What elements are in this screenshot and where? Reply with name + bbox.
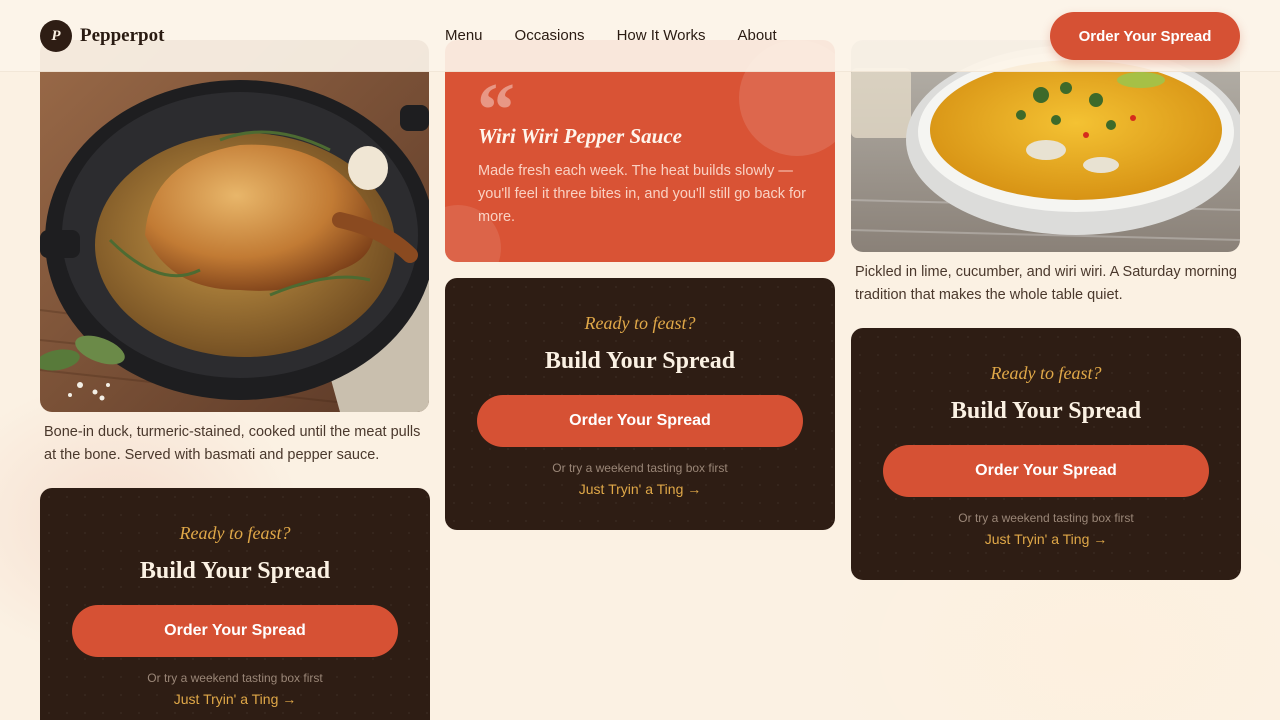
- order-spread-button[interactable]: Order Your Spread: [883, 445, 1209, 497]
- main-nav: Menu Occasions How It Works About: [445, 27, 809, 44]
- cta-eyebrow: Ready to feast?: [990, 363, 1102, 383]
- tasting-box-link[interactable]: Just Tryin' a Ting →: [985, 531, 1108, 547]
- nav-item-how-it-works[interactable]: How It Works: [617, 27, 706, 44]
- duck-dish-image: [40, 40, 429, 412]
- cta-card: Ready to feast? Build Your Spread Order …: [445, 278, 835, 530]
- site-header: P Pepperpot Menu Occasions How It Works …: [0, 0, 1280, 72]
- cta-title: Build Your Spread: [139, 558, 331, 584]
- brand-name: Pepperpot: [80, 25, 165, 46]
- soup-caption: Pickled in lime, cucumber, and wiri wiri…: [855, 264, 1237, 303]
- cta-eyebrow: Ready to feast?: [584, 313, 696, 333]
- logo-mark-icon: P: [40, 20, 72, 52]
- brand-logo[interactable]: P Pepperpot: [40, 20, 164, 52]
- nav-item-menu[interactable]: Menu: [445, 27, 483, 44]
- nav-item-about[interactable]: About: [737, 27, 776, 44]
- header-order-button[interactable]: Order Your Spread: [1050, 12, 1240, 60]
- order-spread-button[interactable]: Order Your Spread: [477, 395, 803, 447]
- quote-body: Made fresh each week. The heat builds sl…: [478, 163, 806, 225]
- cta-card: Ready to feast? Build Your Spread Order …: [851, 328, 1241, 580]
- cta-subtext: Or try a weekend tasting box first: [552, 461, 728, 475]
- duck-pot-illustration: [40, 40, 429, 412]
- cta-title: Build Your Spread: [544, 348, 736, 374]
- cta-subtext: Or try a weekend tasting box first: [147, 671, 323, 685]
- cta-subtext: Or try a weekend tasting box first: [958, 511, 1134, 525]
- cta-card: Ready to feast? Build Your Spread Order …: [40, 488, 430, 720]
- nav-item-occasions[interactable]: Occasions: [515, 27, 585, 44]
- duck-dish-caption: Bone-in duck, turmeric-stained, cooked u…: [44, 424, 421, 463]
- cta-title: Build Your Spread: [950, 398, 1142, 424]
- quote-title: Wiri Wiri Pepper Sauce: [478, 124, 682, 148]
- cta-eyebrow: Ready to feast?: [179, 523, 291, 543]
- testimonial-card: “ Wiri Wiri Pepper Sauce Made fresh each…: [445, 40, 835, 262]
- tasting-box-link[interactable]: Just Tryin' a Ting →: [174, 691, 297, 707]
- order-spread-button[interactable]: Order Your Spread: [72, 605, 398, 657]
- tasting-box-link[interactable]: Just Tryin' a Ting →: [579, 481, 702, 497]
